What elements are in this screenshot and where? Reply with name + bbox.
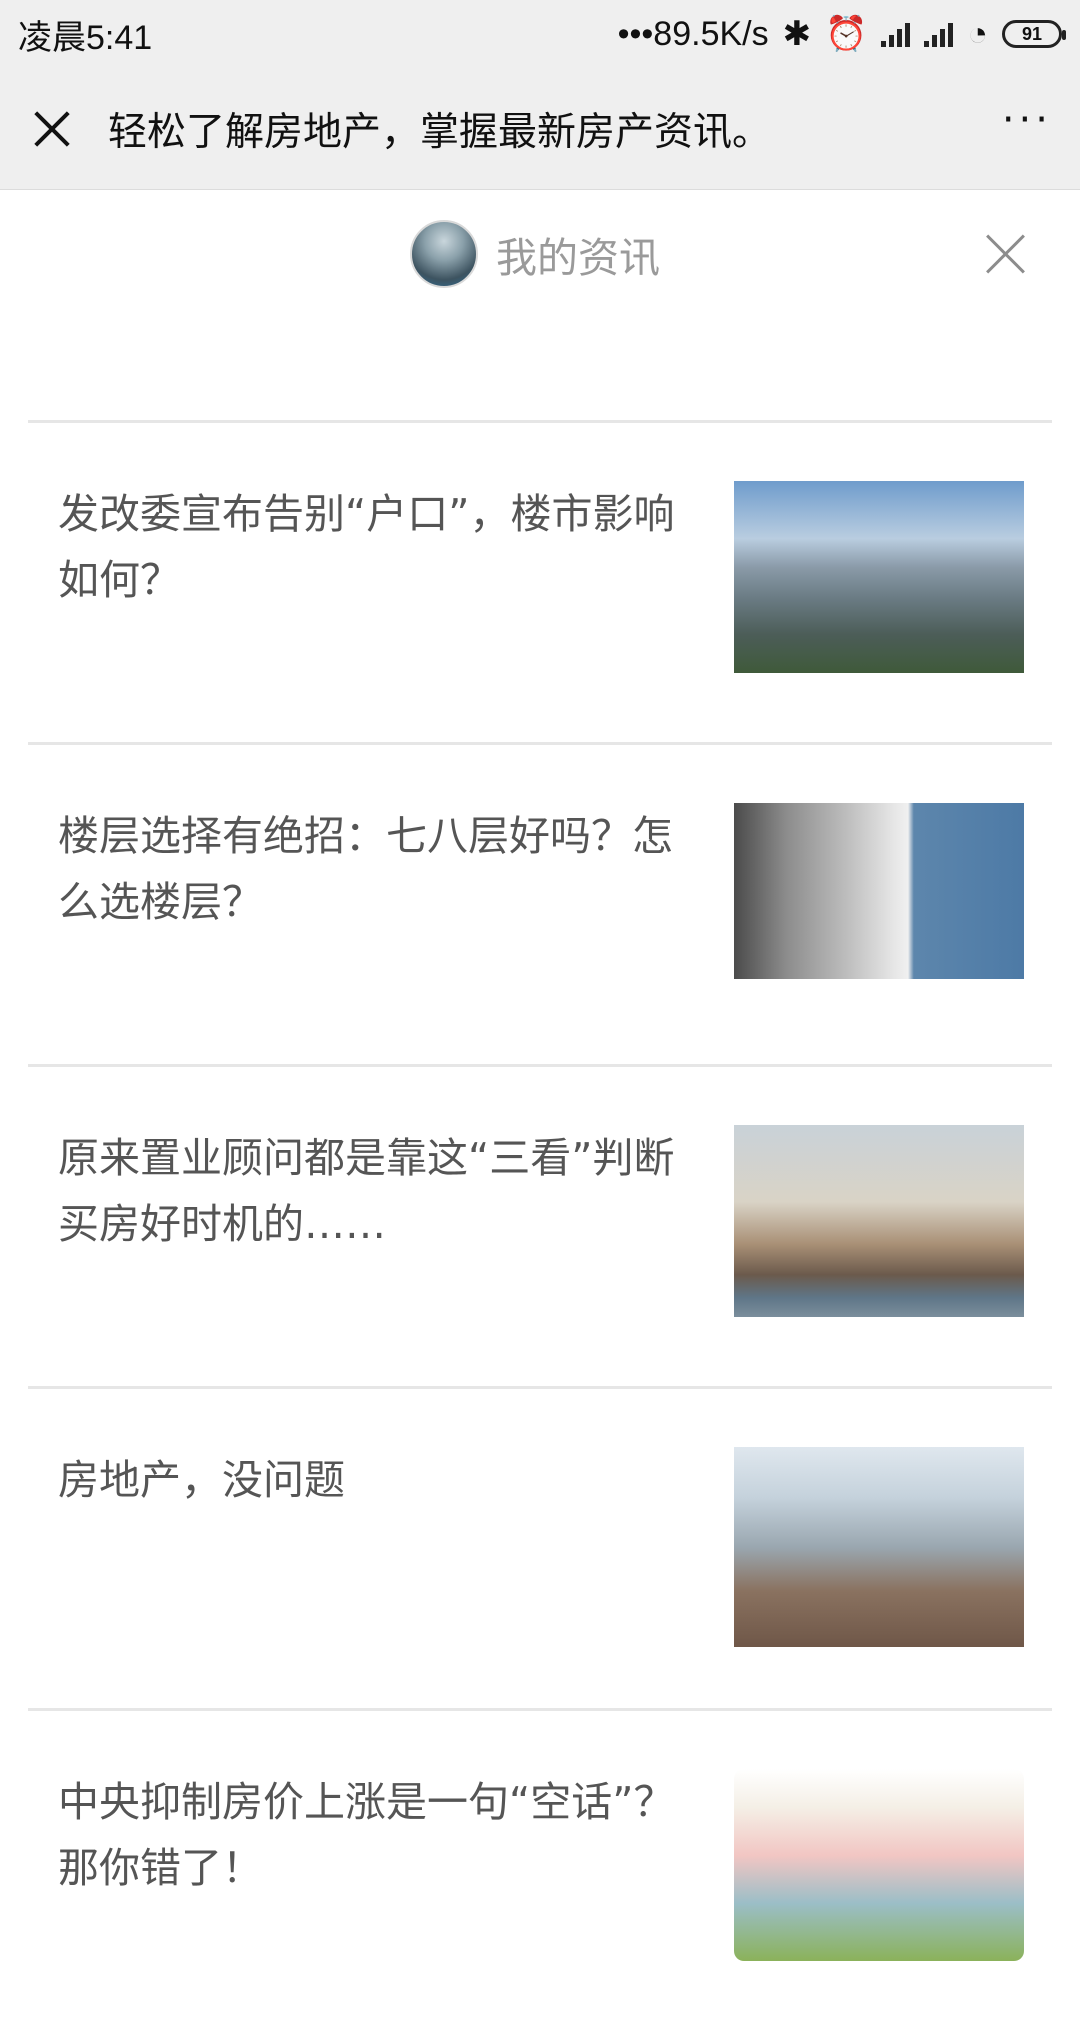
status-icons: •••89.5K/s ✱ ⏰ ◔ 91 (617, 14, 1066, 54)
wifi-icon: ◔ (967, 14, 988, 53)
list-item[interactable]: 发改委宣布告别“户口”，楼市影响如何？ (28, 420, 1052, 742)
title-bar: 轻松了解房地产，掌握最新房产资讯。 ··· (0, 68, 1080, 190)
network-speed: •••89.5K/s (617, 14, 769, 53)
status-time: 凌晨5:41 (18, 18, 153, 57)
account-header[interactable]: 我的资讯 (410, 220, 660, 288)
alarm-icon: ⏰ (825, 15, 868, 53)
more-options-icon[interactable]: ··· (1002, 100, 1052, 158)
list-item[interactable]: 中央抑制房价上涨是一句“空话”？那你错了！ (28, 1708, 1052, 2030)
status-bar: 凌晨5:41 •••89.5K/s ✱ ⏰ ◔ 91 (0, 0, 1080, 68)
chart-illustration-image (734, 1769, 1024, 1961)
signal-icon-2 (924, 21, 954, 47)
building-facade-image (734, 803, 1024, 979)
article-list: 发改委宣布告别“户口”，楼市影响如何？ 楼层选择有绝招：七八层好吗？怎么选楼层？… (0, 420, 1080, 2030)
list-item[interactable]: 房地产，没问题 (28, 1386, 1052, 1708)
dismiss-icon[interactable] (984, 232, 1028, 276)
page-title: 轻松了解房地产，掌握最新房产资讯。 (108, 109, 772, 155)
article-title: 楼层选择有绝招：七八层好吗？怎么选楼层？ (58, 812, 673, 926)
close-icon[interactable] (28, 104, 78, 154)
section-title: 我的资讯 (496, 234, 660, 282)
battery-icon: 91 (1002, 20, 1066, 48)
article-title: 原来置业顾问都是靠这“三看”判断买房好时机的…… (58, 1134, 675, 1248)
avatar (410, 220, 478, 288)
list-item[interactable]: 楼层选择有绝招：七八层好吗？怎么选楼层？ (28, 742, 1052, 1064)
city-aerial-image (734, 481, 1024, 673)
article-title: 发改委宣布告别“户口”，楼市影响如何？ (58, 490, 675, 604)
cityscape-image (734, 1447, 1024, 1647)
article-title: 房地产，没问题 (58, 1456, 345, 1504)
sub-header: 我的资讯 (0, 190, 1080, 320)
skyline-image (734, 1125, 1024, 1317)
article-title: 中央抑制房价上涨是一句“空话”？那你错了！ (58, 1778, 675, 1892)
bluetooth-icon: ✱ (782, 15, 812, 53)
signal-icon (881, 21, 911, 47)
list-item[interactable]: 原来置业顾问都是靠这“三看”判断买房好时机的…… (28, 1064, 1052, 1386)
